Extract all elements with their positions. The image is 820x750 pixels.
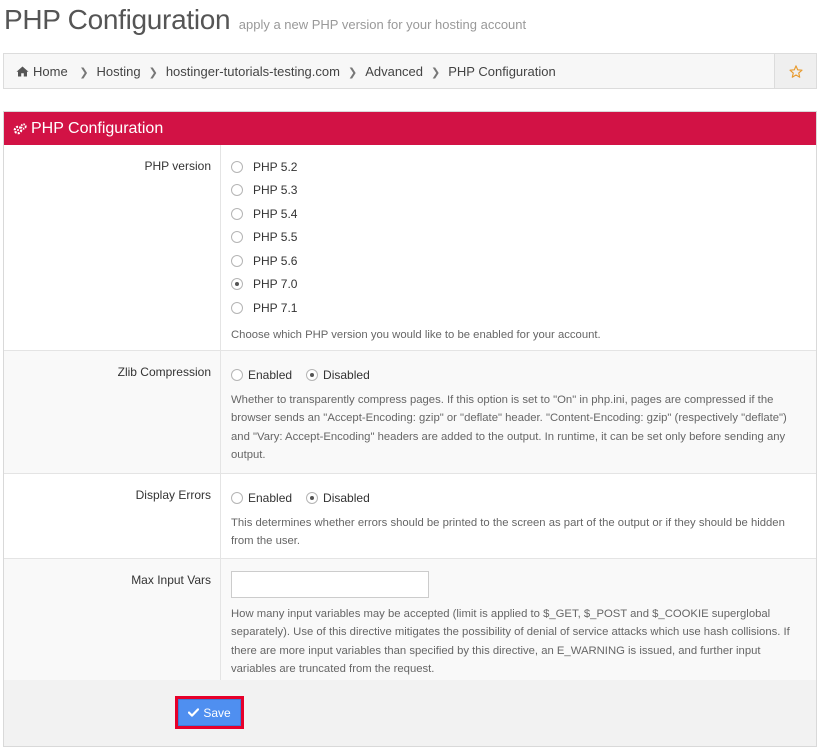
breadcrumb-domain[interactable]: hostinger-tutorials-testing.com [166,64,340,79]
chevron-right-icon: ❯ [79,67,89,79]
php-version-option-selected[interactable]: PHP 7.0 [231,273,808,297]
page-header: PHP Configuration apply a new PHP versio… [4,4,526,44]
radio-button[interactable] [231,369,243,381]
breadcrumb-current: PHP Configuration [448,64,556,79]
radio-button-checked[interactable] [306,492,319,504]
radio-button[interactable] [231,160,243,173]
breadcrumb-hosting[interactable]: Hosting [97,64,141,79]
page-subtitle: apply a new PHP version for your hosting… [238,17,527,32]
save-button-highlight: Save [175,696,244,729]
zlib-help: Whether to transparently compress pages.… [231,394,787,461]
php-version-option[interactable]: PHP 5.4 [231,202,808,226]
display-errors-options: Enabled Disabled [231,486,808,510]
php-version-row: PHP version PHP 5.2 PHP 5.3 PHP 5.4 PHP … [4,145,816,351]
breadcrumb-home-label: Home [33,64,68,79]
gears-icon [13,122,27,134]
max-input-vars-label: Max Input Vars [131,573,211,587]
star-icon [788,64,803,78]
check-icon [188,708,200,717]
breadcrumb-bar: Home ❯ Hosting ❯ hostinger-tutorials-testin… [3,53,817,89]
php-version-option[interactable]: PHP 7.1 [231,296,808,320]
chevron-right-icon: ❯ [431,67,441,79]
chevron-right-icon: ❯ [347,67,358,79]
display-errors-disabled-option[interactable]: Disabled [306,491,370,505]
radio-button[interactable] [231,254,243,267]
display-errors-label: Display Errors [135,488,211,502]
max-input-vars-input[interactable] [231,571,429,598]
home-icon [16,66,29,77]
chevron-right-icon: ❯ [148,67,158,79]
form-footer: Save [4,680,816,746]
php-version-option[interactable]: PHP 5.2 [231,155,808,179]
panel-title: PHP Configuration [31,119,164,137]
php-version-option[interactable]: PHP 5.3 [231,179,808,203]
breadcrumb: Home ❯ Hosting ❯ hostinger-tutorials-testin… [16,64,556,79]
save-button[interactable]: Save [178,699,241,726]
favorite-button[interactable] [774,53,817,89]
php-version-label: PHP version [144,159,211,173]
zlib-enabled-option[interactable]: Enabled [231,368,292,382]
display-errors-help: This determines whether errors should be… [231,517,785,548]
php-version-option[interactable]: PHP 5.5 [231,226,808,250]
breadcrumb-advanced[interactable]: Advanced [365,64,423,79]
php-config-panel: PHP Configuration PHP version PHP 5.2 PH… [3,111,817,747]
save-button-label: Save [203,705,231,720]
php-version-option[interactable]: PHP 5.6 [231,249,808,273]
display-errors-row: Display Errors Enabled Disabled This det… [4,474,816,559]
radio-button[interactable] [231,492,243,504]
radio-button[interactable] [231,231,243,244]
display-errors-enabled-option[interactable]: Enabled [231,491,292,505]
zlib-row: Zlib Compression Enabled Disabled Whethe… [4,351,816,474]
breadcrumb-home[interactable]: Home [16,64,71,79]
php-version-help: Choose which PHP version you would like … [231,328,601,341]
max-input-vars-help: How many input variables may be accepted… [231,608,790,675]
zlib-label: Zlib Compression [117,365,211,379]
max-input-vars-row: Max Input Vars How many input variables … [4,559,816,684]
radio-button-checked[interactable] [306,369,319,381]
radio-button[interactable] [231,301,243,314]
panel-heading: PHP Configuration [4,112,816,145]
zlib-options: Enabled Disabled [231,363,808,387]
page-title: PHP Configuration [4,4,231,35]
zlib-disabled-option[interactable]: Disabled [306,368,370,382]
radio-button-checked[interactable] [231,278,243,291]
radio-button[interactable] [231,207,243,220]
radio-button[interactable] [231,184,243,197]
